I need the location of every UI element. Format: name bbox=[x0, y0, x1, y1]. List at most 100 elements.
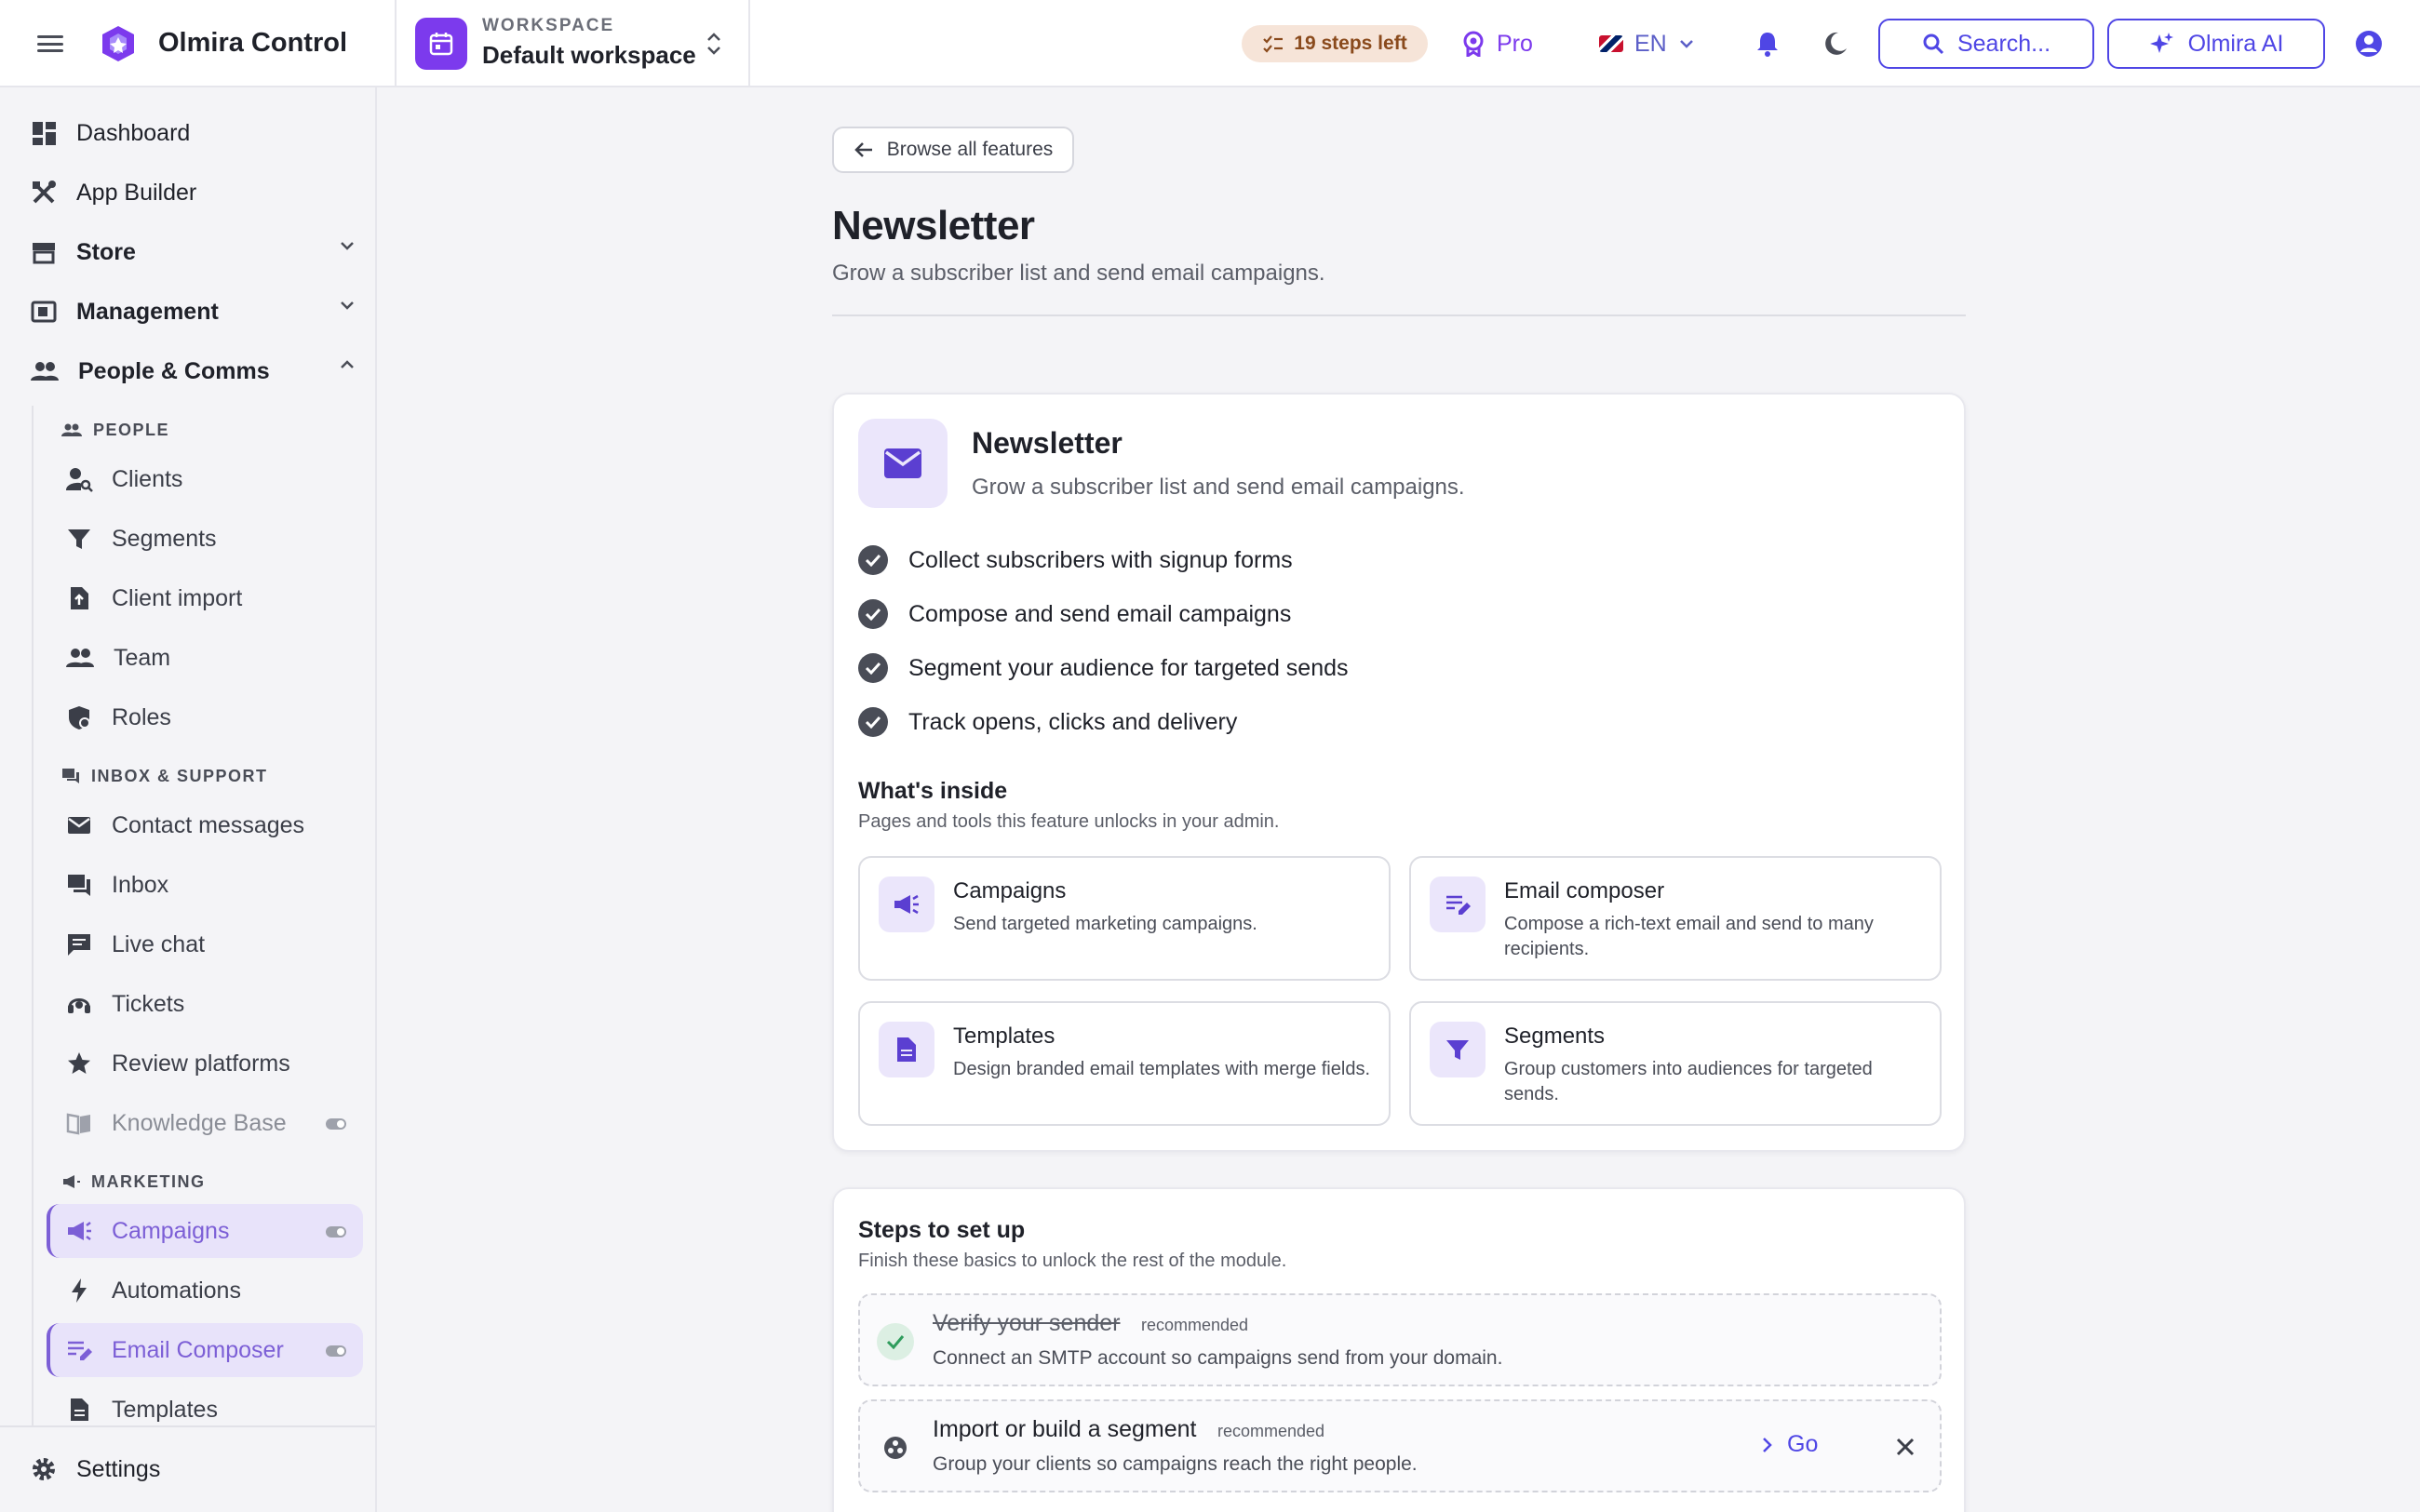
sidebar: Dashboard App Builder Store Management P… bbox=[0, 87, 377, 1512]
sidebar-item-dashboard[interactable]: Dashboard bbox=[30, 110, 356, 156]
close-icon[interactable] bbox=[1891, 1433, 1919, 1461]
megaphone-icon bbox=[879, 876, 934, 932]
chat-bubble-icon bbox=[68, 934, 90, 956]
workspace-name[interactable]: Default workspace bbox=[482, 41, 696, 70]
page-title: Newsletter bbox=[832, 203, 1035, 248]
olmira-logo-icon bbox=[102, 26, 134, 61]
sidebar-item-segments[interactable]: Segments bbox=[47, 512, 363, 566]
tile-email-composer[interactable]: Email composer Compose a rich-text email… bbox=[1409, 856, 1942, 981]
section-label: INBOX & SUPPORT bbox=[91, 766, 268, 785]
section-header-people: PEOPLE bbox=[61, 419, 169, 441]
browse-all-features-button[interactable]: Browse all features bbox=[832, 127, 1074, 173]
open-book-icon bbox=[66, 1113, 90, 1135]
document-icon bbox=[71, 1398, 88, 1421]
tile-templates[interactable]: Templates Design branded email templates… bbox=[858, 1001, 1391, 1126]
sidebar-item-knowledge-base[interactable]: Knowledge Base bbox=[47, 1096, 363, 1150]
sidebar-item-inbox[interactable]: Inbox bbox=[47, 858, 363, 912]
sidebar-item-contact-messages[interactable]: Contact messages bbox=[47, 798, 363, 852]
people-icon bbox=[31, 362, 59, 381]
language-label: EN bbox=[1634, 30, 1667, 57]
megaphone-icon bbox=[68, 1222, 91, 1240]
divider bbox=[748, 0, 750, 87]
toggle-icon[interactable] bbox=[326, 1118, 346, 1130]
sidebar-item-team[interactable]: Team bbox=[47, 631, 363, 685]
sidebar-item-campaigns[interactable]: Campaigns bbox=[47, 1204, 363, 1258]
step-title: Import or build a segment bbox=[933, 1416, 1197, 1442]
mail-icon bbox=[68, 817, 90, 834]
step-description: Connect an SMTP account so campaigns sen… bbox=[933, 1347, 1503, 1369]
tile-campaigns[interactable]: Campaigns Send targeted marketing campai… bbox=[858, 856, 1391, 981]
sidebar-item-label: App Builder bbox=[76, 179, 197, 206]
document-icon bbox=[879, 1022, 934, 1077]
sidebar-item-tickets[interactable]: Tickets bbox=[47, 977, 363, 1031]
workspace-calendar-icon[interactable] bbox=[415, 18, 467, 70]
search-label: Search... bbox=[1956, 30, 2051, 57]
chevron-down-icon bbox=[341, 301, 354, 310]
person-search-icon bbox=[66, 468, 93, 492]
language-selector[interactable]: EN bbox=[1599, 25, 1695, 62]
sidebar-item-settings[interactable]: Settings bbox=[30, 1446, 160, 1492]
segment-icon bbox=[877, 1429, 914, 1466]
go-label: Go bbox=[1787, 1431, 1819, 1457]
sidebar-item-store[interactable]: Store bbox=[30, 229, 356, 275]
check-circle-icon bbox=[858, 707, 888, 737]
search-icon bbox=[1923, 33, 1944, 55]
sidebar-item-live-chat[interactable]: Live chat bbox=[47, 917, 363, 971]
shield-person-icon bbox=[69, 706, 90, 729]
support-agent-icon bbox=[68, 998, 90, 1013]
sidebar-item-label: Campaigns bbox=[112, 1217, 230, 1244]
toggle-icon[interactable] bbox=[326, 1226, 346, 1238]
sidebar-item-roles[interactable]: Roles bbox=[47, 690, 363, 744]
team-icon bbox=[66, 649, 94, 667]
search-button[interactable]: Search... bbox=[1878, 19, 2094, 69]
pro-plan-button[interactable]: Pro bbox=[1461, 25, 1533, 62]
go-button[interactable]: Go bbox=[1761, 1431, 1818, 1458]
sidebar-item-label: Client import bbox=[112, 584, 243, 611]
sidebar-item-label: Templates bbox=[112, 1396, 218, 1423]
sidebar-item-label: Management bbox=[76, 298, 219, 325]
sidebar-item-label: People & Comms bbox=[78, 357, 270, 384]
divider bbox=[395, 0, 397, 87]
sidebar-item-management[interactable]: Management bbox=[30, 288, 356, 335]
top-bar: Olmira Control WORKSPACE Default workspa… bbox=[0, 0, 2420, 87]
steps-left-badge[interactable]: 19 steps left bbox=[1242, 25, 1428, 62]
tile-description: Compose a rich-text email and send to ma… bbox=[1504, 914, 1874, 959]
sidebar-item-people-comms[interactable]: People & Comms bbox=[30, 348, 356, 395]
checklist-icon bbox=[1263, 35, 1284, 53]
olmira-ai-button[interactable]: Olmira AI bbox=[2107, 19, 2325, 69]
feature-bullet-text: Collect subscribers with signup forms bbox=[908, 546, 1293, 573]
check-circle-icon bbox=[858, 545, 888, 575]
user-account-icon[interactable] bbox=[2353, 28, 2385, 60]
people-icon bbox=[61, 423, 82, 436]
bolt-icon bbox=[72, 1278, 87, 1303]
dark-mode-moon-icon[interactable] bbox=[1820, 28, 1851, 60]
sidebar-item-automations[interactable]: Automations bbox=[47, 1264, 363, 1318]
step-title: Verify your sender bbox=[933, 1310, 1121, 1336]
sidebar-item-label: Contact messages bbox=[112, 811, 305, 838]
tile-title: Templates bbox=[953, 1024, 1055, 1049]
chevron-down-icon bbox=[1679, 40, 1693, 48]
app-brand: Olmira Control bbox=[158, 28, 348, 58]
sidebar-item-email-composer[interactable]: Email Composer bbox=[47, 1323, 363, 1377]
tile-description: Design branded email templates with merg… bbox=[953, 1059, 1370, 1079]
toggle-icon[interactable] bbox=[326, 1345, 346, 1357]
check-done-icon bbox=[877, 1323, 914, 1360]
tile-description: Send targeted marketing campaigns. bbox=[953, 914, 1257, 934]
edit-list-icon bbox=[1430, 876, 1486, 932]
setup-step: Verify your sender recommended Connect a… bbox=[858, 1293, 1942, 1386]
section-label: PEOPLE bbox=[93, 420, 170, 439]
unfold-chevrons-icon[interactable] bbox=[700, 28, 728, 60]
sidebar-item-clients[interactable]: Clients bbox=[47, 452, 363, 506]
feature-bullet: Compose and send email campaigns bbox=[858, 599, 1291, 629]
hamburger-menu-icon[interactable] bbox=[34, 30, 67, 58]
sidebar-item-review-platforms[interactable]: Review platforms bbox=[47, 1037, 363, 1091]
setup-steps-card: Steps to set up Finish these basics to u… bbox=[832, 1187, 1966, 1512]
feature-bullet: Segment your audience for targeted sends bbox=[858, 653, 1349, 683]
step-tag: recommended bbox=[1141, 1316, 1249, 1334]
steps-left-text: 19 steps left bbox=[1294, 33, 1407, 54]
sidebar-item-app-builder[interactable]: App Builder bbox=[30, 169, 356, 216]
chevron-down-icon bbox=[341, 242, 354, 250]
tile-segments[interactable]: Segments Group customers into audiences … bbox=[1409, 1001, 1942, 1126]
sidebar-item-client-import[interactable]: Client import bbox=[47, 571, 363, 625]
notifications-bell-icon[interactable] bbox=[1752, 28, 1783, 60]
